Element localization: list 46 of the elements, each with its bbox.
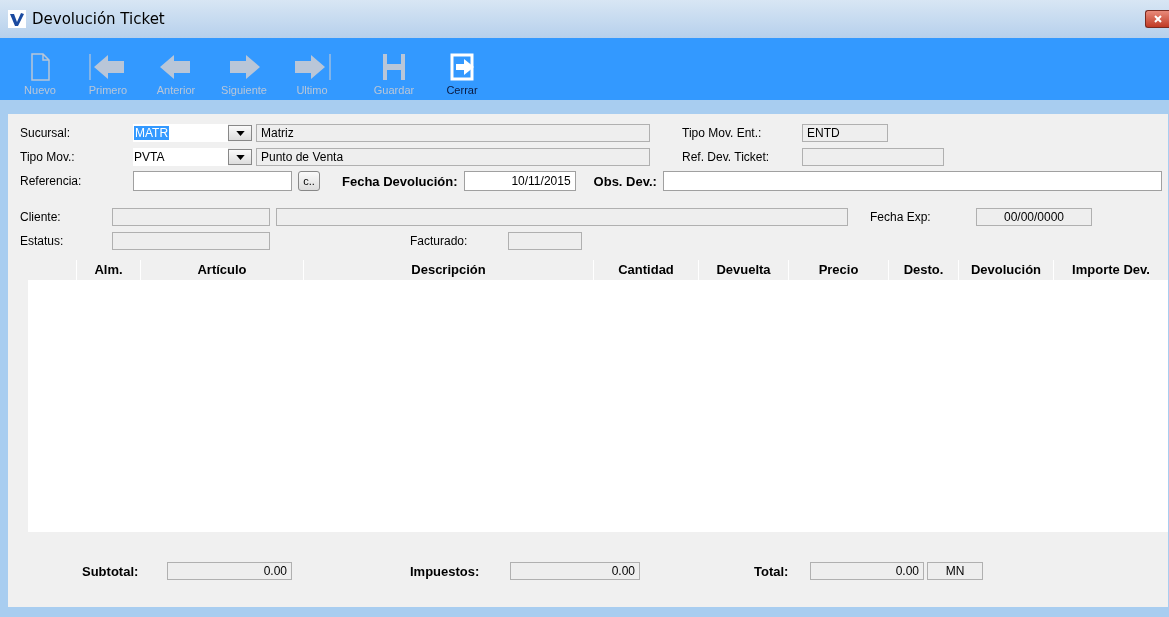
- reference-input[interactable]: [133, 171, 292, 191]
- caret-icon: [235, 130, 245, 136]
- close-icon: [1152, 14, 1163, 24]
- branch-name-field: Matriz: [256, 124, 650, 142]
- movement-name-field: Punto de Venta: [256, 148, 650, 166]
- currency-field: MN: [927, 562, 983, 580]
- column-header[interactable]: Cantidad: [593, 260, 698, 280]
- field-label: Sucursal:: [20, 126, 72, 140]
- field-label: Facturado:: [410, 234, 469, 248]
- subtotal-field: 0.00: [167, 562, 292, 580]
- total-label: Impuestos:: [410, 563, 481, 579]
- column-header[interactable]: Devuelta: [698, 260, 788, 280]
- column-header[interactable]: Devolución: [958, 260, 1053, 280]
- column-header[interactable]: Desto.: [888, 260, 958, 280]
- column-header[interactable]: Precio: [788, 260, 888, 280]
- field-label: Fecha Exp:: [870, 210, 932, 224]
- window-title: Devolución Ticket: [32, 10, 165, 28]
- caret-icon: [235, 154, 245, 160]
- column-header[interactable]: Alm.: [76, 260, 140, 280]
- entry-type-field: ENTD: [802, 124, 888, 142]
- total-field: 0.00: [810, 562, 924, 580]
- taxes-field: 0.00: [510, 562, 640, 580]
- field-label: Fecha Devolución:: [342, 173, 458, 189]
- field-label: Cliente:: [20, 210, 62, 224]
- dropdown-button[interactable]: [228, 149, 252, 165]
- movement-type-combo[interactable]: PVTA: [133, 148, 228, 166]
- close-button[interactable]: [1145, 10, 1169, 28]
- right-arrow-icon: [292, 52, 332, 82]
- column-header[interactable]: Artículo: [140, 260, 303, 280]
- field-label: Tipo Mov. Ent.:: [682, 126, 763, 140]
- column-header[interactable]: Importe Dev.: [1053, 260, 1168, 280]
- toolbar-button[interactable]: Cerrar: [430, 52, 494, 100]
- total-label: Total:: [754, 563, 790, 579]
- dropdown-button[interactable]: [228, 125, 252, 141]
- expiry-date-field: 00/00/0000: [976, 208, 1092, 226]
- return-date-input[interactable]: 10/11/2015: [463, 171, 576, 191]
- field-label: Referencia:: [20, 174, 83, 188]
- total-label: Subtotal:: [82, 563, 140, 579]
- field-label: Estatus:: [20, 234, 65, 248]
- search-button[interactable]: c..: [298, 171, 320, 191]
- field-label: Ref. Dev. Ticket:: [682, 150, 771, 164]
- field-label: Obs. Dev.:: [593, 173, 657, 189]
- column-header[interactable]: Descripción: [303, 260, 593, 280]
- notes-input[interactable]: [662, 171, 1162, 191]
- field-label: Tipo Mov.:: [20, 150, 76, 164]
- app-logo-icon: [8, 10, 26, 28]
